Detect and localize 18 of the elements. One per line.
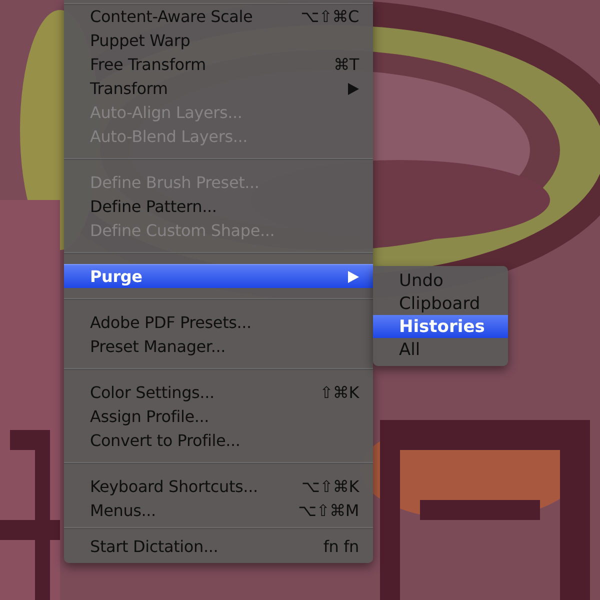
menu-item[interactable]: All	[373, 338, 508, 361]
menu-item[interactable]: Preset Manager...	[64, 334, 373, 358]
menu-item[interactable]: Convert to Profile...	[64, 428, 373, 452]
menu-item[interactable]: Clipboard	[373, 292, 508, 315]
menu-item[interactable]: Define Pattern...	[64, 194, 373, 218]
menu-item[interactable]: Puppet Warp	[64, 28, 373, 52]
menu-item[interactable]: Purge	[64, 264, 373, 288]
menu-item[interactable]: Free Transform ⌘T	[64, 52, 373, 76]
menu-item[interactable]: Undo	[373, 269, 508, 292]
menu-item[interactable]: Color Settings... ⇧⌘K	[64, 380, 373, 404]
menu-item[interactable]: Transform	[64, 76, 373, 100]
menu-item[interactable]: Content-Aware Scale ⌥⇧⌘C	[64, 4, 373, 28]
menu-item[interactable]: Menus... ⌥⇧⌘M	[64, 498, 373, 522]
menu-item[interactable]: Keyboard Shortcuts... ⌥⇧⌘K	[64, 474, 373, 498]
menu-item[interactable]: Start Dictation... fn fn	[64, 534, 373, 558]
menu-item[interactable]: Assign Profile...	[64, 404, 373, 428]
menu-item[interactable]: Histories	[373, 315, 508, 338]
menu-item[interactable]: Adobe PDF Presets...	[64, 310, 373, 334]
